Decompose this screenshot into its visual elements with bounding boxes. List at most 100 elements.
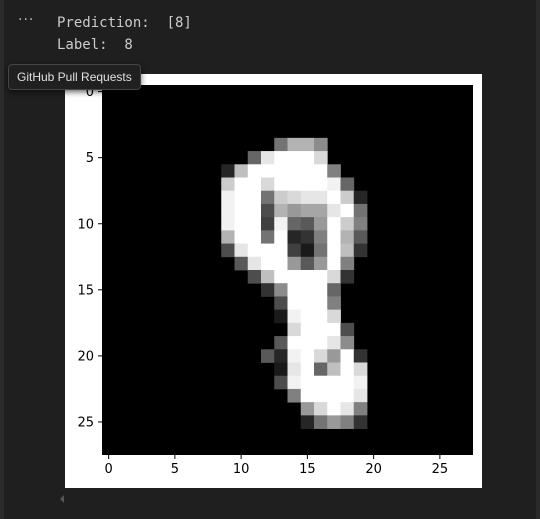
image-pixel	[234, 164, 249, 178]
image-pixel	[261, 256, 275, 271]
image-pixel	[340, 402, 355, 416]
image-pixel	[300, 203, 315, 218]
image-pixel	[234, 203, 249, 218]
image-pixel	[314, 243, 328, 258]
x-tick-label: 0	[104, 462, 112, 477]
image-pixel	[287, 336, 302, 350]
image-pixel	[274, 256, 288, 271]
image-pixel	[314, 151, 328, 165]
image-pixel	[300, 283, 315, 297]
image-pixel	[274, 190, 288, 205]
image-pixel	[247, 203, 262, 218]
image-pixel	[340, 362, 355, 377]
image-pixel	[340, 349, 355, 363]
image-pixel	[274, 217, 288, 231]
image-pixel	[340, 375, 355, 390]
image-pixel	[300, 137, 315, 152]
image-pixel	[221, 203, 235, 218]
image-pixel	[340, 322, 355, 337]
image-pixel	[314, 190, 328, 205]
image-pixel	[287, 177, 302, 192]
y-tick-label: 5	[86, 151, 94, 166]
image-pixel	[314, 270, 328, 284]
image-pixel	[340, 230, 355, 244]
image-pixel	[327, 270, 341, 284]
scroll-left-arrow[interactable]	[60, 495, 64, 503]
image-pixel	[287, 388, 302, 403]
image-pixel	[221, 190, 235, 205]
x-tick-label: 15	[299, 462, 316, 477]
image-pixel	[287, 296, 302, 311]
image-pixel	[314, 336, 328, 350]
image-pixel	[327, 336, 341, 350]
image-pixel	[274, 177, 288, 192]
image-pixel	[300, 336, 315, 350]
image-pixel	[300, 230, 315, 244]
image-pixel	[327, 164, 341, 178]
image-pixel	[247, 256, 262, 271]
image-pixel	[300, 177, 315, 192]
image-pixel	[353, 230, 368, 244]
image-pixel	[300, 243, 315, 258]
image-pixel	[234, 190, 249, 205]
image-pixel	[327, 375, 341, 390]
image-pixel	[300, 388, 315, 403]
image-pixel	[247, 270, 262, 284]
image-pixel	[340, 203, 355, 218]
image-pixel	[327, 283, 341, 297]
image-pixel	[314, 177, 328, 192]
image-pixel	[287, 243, 302, 258]
image-pixel	[300, 296, 315, 311]
image-pixel	[287, 270, 302, 284]
image-pixel	[261, 230, 275, 244]
image-pixel	[287, 137, 302, 152]
image-pixel	[353, 388, 368, 403]
image-pixel	[327, 415, 341, 429]
image-pixel	[234, 217, 249, 231]
image-pixel	[353, 203, 368, 218]
image-pixel	[340, 256, 355, 271]
image-pixel	[327, 296, 341, 311]
image-pixel	[314, 164, 328, 178]
digit-image-plot: 0 5 10 15 20 250510152025	[77, 85, 473, 477]
image-pixel	[261, 151, 275, 165]
image-pixel	[353, 362, 368, 377]
more-actions-icon[interactable]: ···	[18, 12, 34, 28]
image-pixel	[274, 283, 288, 297]
image-pixel	[340, 217, 355, 231]
image-pixel	[274, 362, 288, 377]
image-pixel	[247, 190, 262, 205]
image-pixel	[261, 164, 275, 178]
image-pixel	[300, 164, 315, 178]
image-pixel	[353, 349, 368, 363]
image-pixel	[300, 415, 315, 429]
editor-scrollbar-track[interactable]	[536, 0, 540, 519]
image-pixel	[234, 243, 249, 258]
label-output-line: Label: 8	[57, 37, 133, 53]
image-pixel	[314, 375, 328, 390]
image-pixel	[234, 177, 249, 192]
image-pixel	[314, 203, 328, 218]
image-pixel	[247, 164, 262, 178]
image-pixel	[261, 217, 275, 231]
image-pixel	[221, 230, 235, 244]
image-pixel	[287, 283, 302, 297]
image-pixel	[247, 243, 262, 258]
editor-gutter	[0, 0, 4, 519]
image-pixel	[300, 256, 315, 271]
image-pixel	[274, 203, 288, 218]
image-pixel	[274, 296, 288, 311]
image-pixel	[327, 177, 341, 192]
image-pixel	[287, 151, 302, 165]
image-pixel	[287, 190, 302, 205]
image-pixel	[314, 322, 328, 337]
image-pixel	[261, 349, 275, 363]
y-tick-label: 15	[77, 283, 94, 298]
image-pixel	[287, 349, 302, 363]
image-pixel	[261, 177, 275, 192]
image-pixel	[314, 256, 328, 271]
image-pixel	[287, 362, 302, 377]
image-pixel	[353, 415, 368, 429]
image-pixel	[314, 137, 328, 152]
image-pixel	[314, 349, 328, 363]
